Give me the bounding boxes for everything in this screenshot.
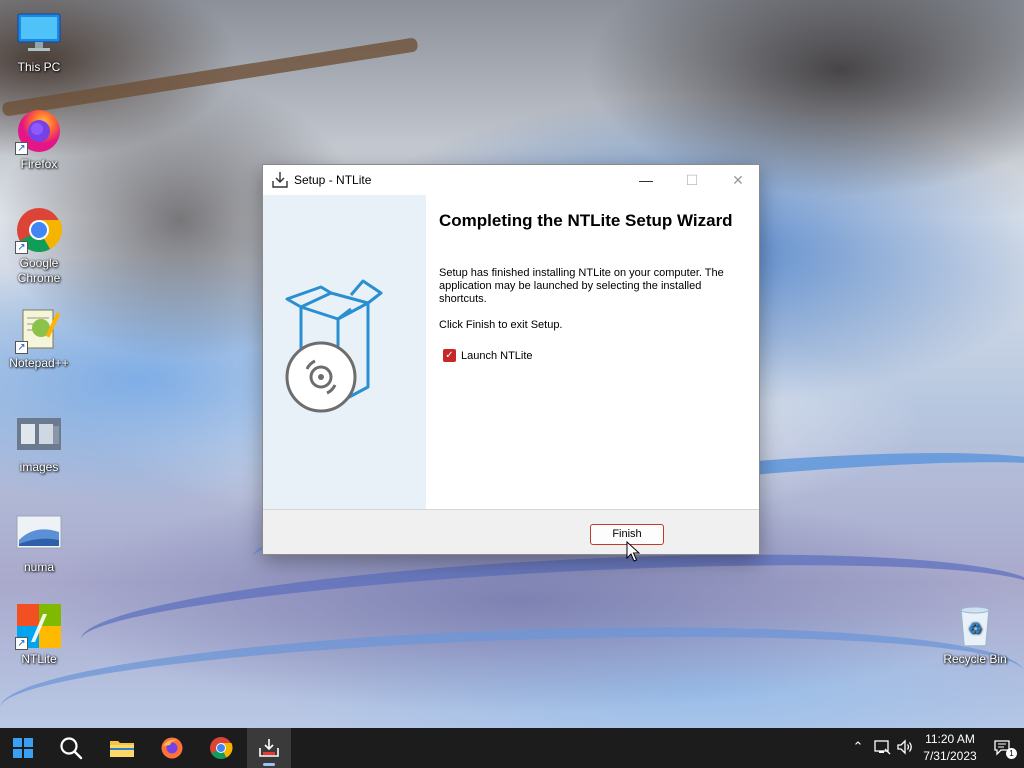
- completion-message: Setup has finished installing NTLite on …: [439, 267, 724, 305]
- volume-icon[interactable]: [896, 738, 914, 756]
- dialog-body: Completing the NTLite Setup Wizard Setup…: [263, 195, 759, 509]
- dialog-titlebar[interactable]: Setup - NTLite — ☐ ✕: [263, 165, 759, 195]
- image-file-icon: [15, 510, 63, 558]
- taskbar-firefox[interactable]: [150, 728, 194, 768]
- clock-date: 7/31/2023: [923, 749, 977, 763]
- desktop-icon-label: images: [19, 460, 59, 474]
- wizard-side-panel: [263, 195, 426, 509]
- desktop-icon-label: Notepad++: [9, 356, 69, 370]
- taskbar-file-explorer[interactable]: [100, 728, 144, 768]
- shortcut-arrow-icon: ↗: [15, 341, 28, 354]
- chevron-up-icon[interactable]: ⌃: [849, 738, 867, 756]
- clock-time: 11:20 AM: [925, 732, 975, 746]
- notepadpp-icon: ↗: [15, 306, 63, 354]
- maximize-button[interactable]: ☐: [669, 165, 715, 195]
- desktop-icon-label: Firefox: [20, 157, 58, 171]
- shortcut-arrow-icon: ↗: [15, 637, 28, 650]
- setup-icon: [259, 739, 279, 757]
- start-button[interactable]: [1, 728, 45, 768]
- svg-text:♻: ♻: [968, 619, 982, 638]
- image-folder-icon: [15, 410, 63, 458]
- monitor-icon: [15, 10, 63, 58]
- wizard-content: Completing the NTLite Setup Wizard Setup…: [426, 195, 759, 509]
- file-explorer-icon: [110, 741, 134, 757]
- taskbar-chrome[interactable]: [199, 728, 243, 768]
- exit-instruction: Click Finish to exit Setup.: [439, 319, 563, 331]
- launch-ntlite-option[interactable]: ✓ Launch NTLite: [443, 349, 533, 362]
- desktop-icon-numa[interactable]: numa: [1, 510, 77, 575]
- desktop-icon-label: Google Chrome: [17, 256, 61, 285]
- taskbar-setup-ntlite[interactable]: [247, 728, 291, 768]
- launch-ntlite-label[interactable]: Launch NTLite: [461, 350, 533, 362]
- minimize-button[interactable]: —: [623, 165, 669, 195]
- setup-dialog: Setup - NTLite — ☐ ✕ Completing the NTLi…: [262, 164, 760, 555]
- taskbar-clock[interactable]: 11:20 AM 7/31/2023: [916, 731, 984, 765]
- firefox-icon: [161, 737, 183, 759]
- wizard-heading: Completing the NTLite Setup Wizard: [439, 211, 733, 230]
- dialog-footer: Finish: [263, 509, 759, 554]
- firefox-icon: ↗: [15, 107, 63, 155]
- mouse-cursor-icon: [626, 541, 640, 562]
- start-icon: [13, 738, 33, 758]
- desktop-icon-notepadpp[interactable]: ↗ Notepad++: [1, 306, 77, 371]
- launch-ntlite-checkbox[interactable]: ✓: [443, 349, 456, 362]
- desktop-icon-images[interactable]: images: [1, 410, 77, 475]
- network-icon[interactable]: [873, 738, 891, 756]
- desktop-icon-firefox[interactable]: ↗ Firefox: [1, 107, 77, 172]
- search-icon: [60, 737, 83, 760]
- notification-badge: 1: [1006, 748, 1017, 759]
- desktop-icon-recycle-bin[interactable]: ♻ Recycle Bin: [937, 602, 1013, 667]
- search-button[interactable]: [49, 728, 93, 768]
- chrome-icon: ↗: [15, 206, 63, 254]
- dialog-title: Setup - NTLite: [294, 173, 372, 187]
- box-disc-illustration-icon: [285, 279, 383, 413]
- setup-download-icon: [271, 171, 289, 189]
- desktop-icon-label: NTLite: [21, 652, 57, 666]
- close-button[interactable]: ✕: [715, 165, 761, 195]
- desktop-icon-label: This PC: [17, 60, 61, 74]
- chrome-icon: [210, 737, 233, 759]
- desktop-icon-chrome[interactable]: ↗ Google Chrome: [1, 206, 77, 286]
- shortcut-arrow-icon: ↗: [15, 241, 28, 254]
- desktop-icon-ntlite[interactable]: ↗ NTLite: [1, 602, 77, 667]
- desktop-icon-label: Recycle Bin: [943, 652, 1007, 666]
- ntlite-icon: ↗: [15, 602, 63, 650]
- desktop-icon-this-pc[interactable]: This PC: [1, 10, 77, 75]
- recycle-bin-icon: ♻: [951, 602, 999, 650]
- shortcut-arrow-icon: ↗: [15, 142, 28, 155]
- taskbar: ⌃ 11:20 AM 7/31/2023 1: [0, 728, 1024, 768]
- desktop-icon-label: numa: [23, 560, 55, 574]
